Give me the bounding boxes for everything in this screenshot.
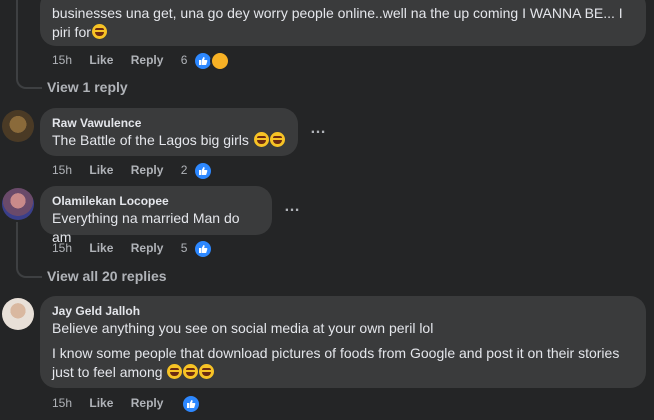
like-button[interactable]: Like	[89, 160, 113, 180]
like-reaction-icon[interactable]	[192, 238, 213, 259]
reaction-count[interactable]: 2	[181, 160, 188, 180]
reply-button[interactable]: Reply	[131, 393, 164, 413]
comment-bubble: Raw Vawulence The Battle of the Lagos bi…	[40, 108, 298, 156]
reaction-count[interactable]: 5	[181, 238, 188, 258]
laughing-emoji-icon	[269, 132, 285, 147]
avatar[interactable]	[2, 188, 34, 220]
comment-text: The Battle of the Lagos big girls	[52, 131, 286, 150]
view-replies-link[interactable]: View 1 reply	[47, 79, 128, 95]
avatar[interactable]	[2, 110, 34, 142]
reply-button[interactable]: Reply	[131, 160, 164, 180]
laughing-emoji-icon	[253, 132, 269, 147]
comment-time[interactable]: 15h	[52, 50, 72, 70]
like-reaction-icon[interactable]	[192, 160, 213, 181]
laughing-emoji-icon	[91, 24, 107, 39]
comment-bubble: Olamilekan Locopee Everything na married…	[40, 186, 272, 245]
comment-author[interactable]: Olamilekan Locopee	[52, 194, 260, 209]
like-button[interactable]: Like	[89, 50, 113, 70]
more-options-button[interactable]: …	[284, 198, 301, 216]
view-replies-link[interactable]: View all 20 replies	[47, 268, 167, 284]
comment-time[interactable]: 15h	[52, 393, 72, 413]
comment-author[interactable]: Jay Geld Jalloh	[52, 304, 634, 319]
reaction-count[interactable]: 6	[181, 50, 188, 70]
comment-bubble: Jay Geld Jalloh Believe anything you see…	[40, 296, 646, 388]
reply-button[interactable]: Reply	[131, 50, 164, 70]
comment-bubble: businesses una get, una go dey worry peo…	[40, 0, 646, 46]
comment-time[interactable]: 15h	[52, 238, 72, 258]
comment-actions: 15h Like Reply 2	[52, 160, 213, 181]
comment-text: Believe anything you see on social media…	[52, 320, 434, 336]
comment-actions: 15h Like Reply 6	[52, 50, 231, 71]
laughing-emoji-icon	[199, 364, 215, 379]
thread-line	[16, 0, 42, 89]
avatar[interactable]	[2, 298, 34, 330]
comment-text: I know some people that download picture…	[52, 345, 620, 380]
like-reaction-icon[interactable]	[180, 393, 201, 414]
comment-text: businesses una get, una go dey worry peo…	[52, 5, 623, 40]
comment-author[interactable]: Raw Vawulence	[52, 116, 286, 131]
comment-actions: 15h Like Reply	[52, 393, 201, 414]
comment-actions: 15h Like Reply 5	[52, 238, 213, 259]
haha-reaction-icon[interactable]	[210, 50, 231, 71]
like-button[interactable]: Like	[89, 238, 113, 258]
more-options-button[interactable]: …	[310, 120, 327, 138]
like-button[interactable]: Like	[89, 393, 113, 413]
reply-button[interactable]: Reply	[131, 238, 164, 258]
laughing-emoji-icon	[183, 364, 199, 379]
comment-time[interactable]: 15h	[52, 160, 72, 180]
thread-line	[16, 222, 42, 278]
laughing-emoji-icon	[167, 364, 183, 379]
